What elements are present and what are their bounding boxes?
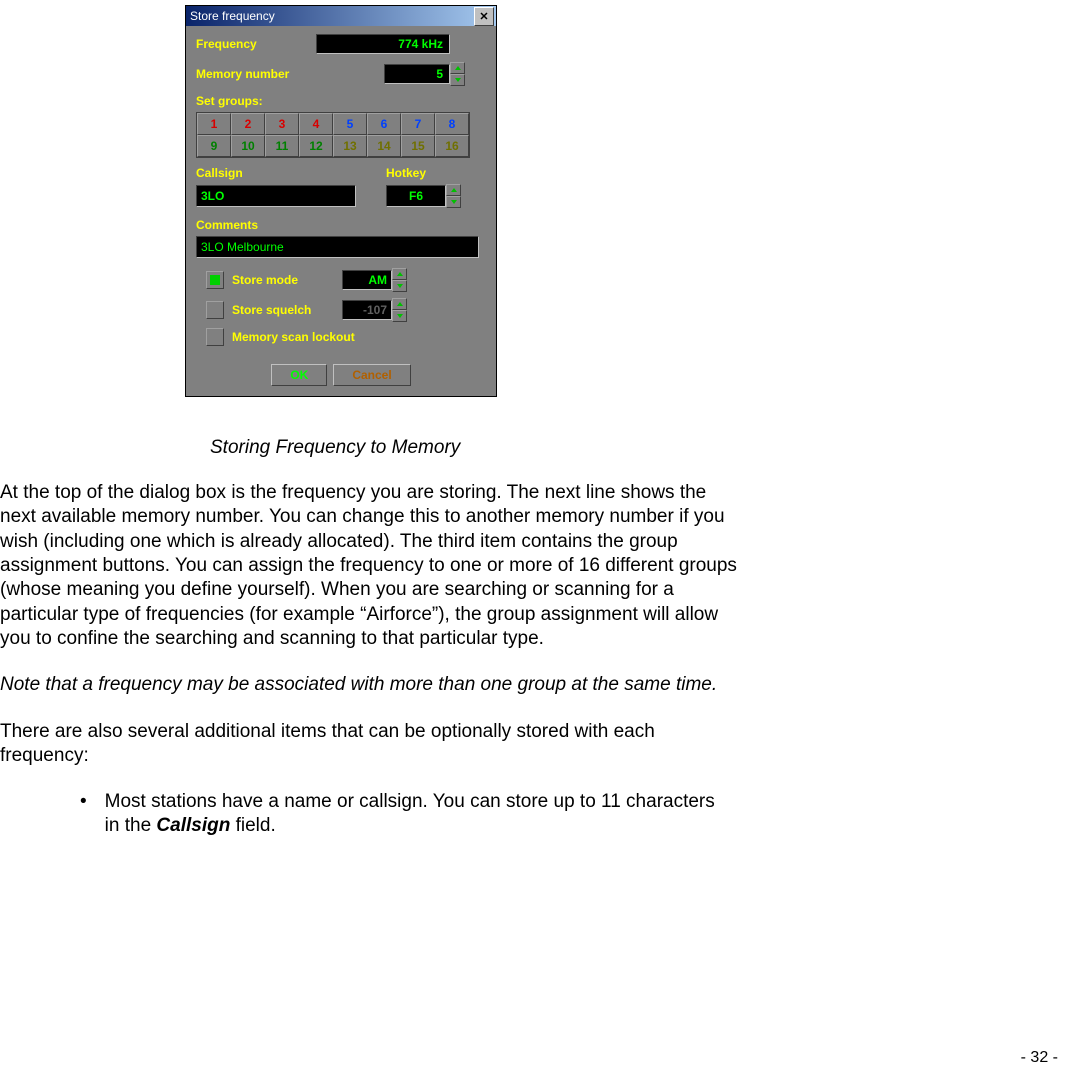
store-squelch-label: Store squelch <box>232 303 342 317</box>
store-frequency-dialog: Store frequency ✕ Frequency 774 kHz Memo… <box>185 5 497 397</box>
bullet-1-emph: Callsign <box>156 815 230 836</box>
close-button[interactable]: ✕ <box>474 7 494 26</box>
spin-down-icon[interactable] <box>446 196 461 208</box>
group-btn-8[interactable]: 8 <box>435 113 469 135</box>
hotkey-field[interactable]: F6 <box>386 185 446 207</box>
spin-down-icon[interactable] <box>392 310 407 322</box>
paragraph-3: There are also several additional items … <box>0 720 740 769</box>
bullet-1-text: Most stations have a name or callsign. Y… <box>105 790 720 839</box>
spin-down-icon[interactable] <box>392 280 407 292</box>
memory-number-spinner[interactable] <box>450 62 465 86</box>
store-mode-spinner[interactable] <box>392 268 407 292</box>
group-btn-12[interactable]: 12 <box>299 135 333 157</box>
group-btn-15[interactable]: 15 <box>401 135 435 157</box>
paragraph-note: Note that a frequency may be associated … <box>0 673 740 697</box>
group-btn-4[interactable]: 4 <box>299 113 333 135</box>
bullet-1: • Most stations have a name or callsign.… <box>80 790 720 839</box>
spin-down-icon[interactable] <box>450 74 465 86</box>
frequency-label: Frequency <box>196 37 316 51</box>
memory-scan-lockout-label: Memory scan lockout <box>232 330 355 344</box>
cancel-button[interactable]: Cancel <box>333 364 410 386</box>
group-btn-3[interactable]: 3 <box>265 113 299 135</box>
spin-up-icon[interactable] <box>450 62 465 74</box>
paragraph-1: At the top of the dialog box is the freq… <box>0 481 740 651</box>
callsign-label: Callsign <box>196 166 386 180</box>
group-btn-1[interactable]: 1 <box>197 113 231 135</box>
bullet-1-part-c: field. <box>230 815 275 836</box>
set-groups-label: Set groups: <box>196 94 486 108</box>
close-icon: ✕ <box>479 10 488 23</box>
comments-input[interactable]: 3LO Melbourne <box>196 236 479 258</box>
memory-number-field[interactable]: 5 <box>384 64 450 84</box>
dialog-title: Store frequency <box>190 9 275 23</box>
store-mode-checkbox[interactable] <box>206 271 224 289</box>
group-btn-9[interactable]: 9 <box>197 135 231 157</box>
group-btn-2[interactable]: 2 <box>231 113 265 135</box>
spin-up-icon[interactable] <box>446 184 461 196</box>
frequency-value: 774 kHz <box>316 34 450 54</box>
spin-up-icon[interactable] <box>392 298 407 310</box>
spin-up-icon[interactable] <box>392 268 407 280</box>
callsign-input[interactable]: 3LO <box>196 185 356 207</box>
store-squelch-spinner[interactable] <box>392 298 407 322</box>
store-mode-value[interactable]: AM <box>342 270 392 290</box>
bullet-icon: • <box>80 790 87 839</box>
group-btn-11[interactable]: 11 <box>265 135 299 157</box>
figure-caption: Storing Frequency to Memory <box>210 437 1078 459</box>
group-btn-7[interactable]: 7 <box>401 113 435 135</box>
store-squelch-checkbox[interactable] <box>206 301 224 319</box>
store-mode-label: Store mode <box>232 273 342 287</box>
group-btn-14[interactable]: 14 <box>367 135 401 157</box>
group-btn-5[interactable]: 5 <box>333 113 367 135</box>
group-buttons: 1 2 3 4 5 6 7 8 9 10 11 12 13 14 15 16 <box>196 112 470 158</box>
memory-scan-lockout-checkbox[interactable] <box>206 328 224 346</box>
group-btn-16[interactable]: 16 <box>435 135 469 157</box>
comments-label: Comments <box>196 218 486 232</box>
store-squelch-value[interactable]: -107 <box>342 300 392 320</box>
dialog-titlebar[interactable]: Store frequency ✕ <box>186 6 496 26</box>
group-btn-13[interactable]: 13 <box>333 135 367 157</box>
group-btn-10[interactable]: 10 <box>231 135 265 157</box>
memory-number-label: Memory number <box>196 67 384 81</box>
group-btn-6[interactable]: 6 <box>367 113 401 135</box>
page-number: - 32 - <box>1021 1049 1058 1067</box>
hotkey-label: Hotkey <box>386 166 426 180</box>
hotkey-spinner[interactable] <box>446 184 461 208</box>
ok-button[interactable]: OK <box>271 364 327 386</box>
